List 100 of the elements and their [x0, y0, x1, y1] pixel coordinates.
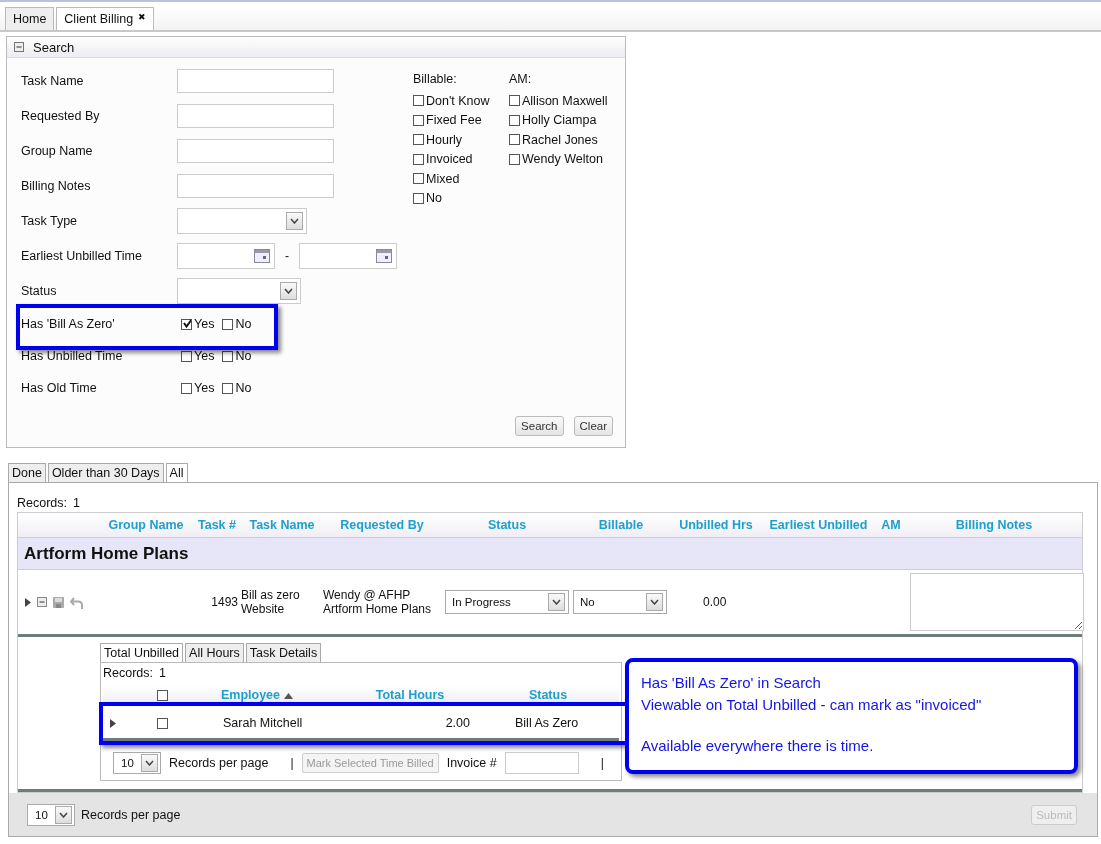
collapse-icon[interactable]: [14, 41, 25, 53]
checkbox[interactable]: [181, 318, 192, 330]
close-icon[interactable]: ✖: [138, 12, 147, 22]
expand-icon[interactable]: [110, 718, 116, 728]
checkbox[interactable]: [413, 134, 424, 146]
pager-label: Records per page: [169, 756, 269, 770]
detail-tab[interactable]: Task Details: [245, 643, 322, 662]
range-separator: -: [285, 248, 289, 263]
separator-text: |: [600, 756, 604, 770]
checkbox-label: Yes: [194, 381, 215, 395]
checkbox-label: Holly Ciampa: [522, 113, 597, 128]
field-label: Has Unbilled Time: [21, 349, 124, 363]
checkbox[interactable]: [222, 350, 234, 362]
calendar-icon[interactable]: [254, 248, 270, 263]
table-cell-text: 1493: [210, 595, 239, 609]
checkbox-label: Yes: [194, 317, 215, 331]
checkbox[interactable]: [222, 382, 234, 394]
checkbox-label: Hourly: [426, 132, 463, 147]
checkbox[interactable]: [222, 318, 234, 330]
group-title: Artform Home Plans: [24, 543, 189, 564]
billable-dropdown[interactable]: No: [573, 590, 667, 614]
page-tab[interactable]: Client Billing ✖: [56, 7, 155, 30]
checkbox-label: Rachel Jones: [522, 132, 598, 147]
page-size-dropdown[interactable]: 10: [113, 752, 161, 774]
table-cell-text: Wendy @ AFHP Artform Home Plans: [323, 588, 433, 616]
note-text: Has 'Bill As Zero' in Search: [641, 673, 822, 693]
checkbox[interactable]: [413, 95, 424, 107]
checkbox-label: No: [426, 191, 442, 206]
checkbox[interactable]: [157, 717, 168, 729]
checkbox-label: Yes: [194, 349, 215, 363]
pager-label: Invoice #: [446, 756, 497, 770]
checkbox[interactable]: [509, 153, 520, 165]
checkbox-label: Don't Know: [426, 93, 490, 108]
records-label: Records:: [17, 496, 68, 510]
checkbox[interactable]: [413, 153, 424, 165]
page-tab[interactable]: Home: [5, 7, 55, 30]
table-cell-text: Bill as zero Website: [241, 588, 301, 616]
separator-text: |: [290, 756, 294, 770]
checkbox[interactable]: [413, 192, 424, 204]
detail-tab[interactable]: Total Unbilled: [100, 643, 184, 662]
field-label: Billing Notes: [21, 178, 92, 193]
input-field[interactable]: [177, 103, 334, 128]
checkbox-label: No: [235, 317, 252, 331]
field-label: Status: [21, 283, 58, 298]
group-label: Billable:: [413, 72, 458, 86]
field-label: Earliest Unbilled Time: [21, 248, 143, 263]
chevron-icon: [59, 811, 68, 818]
chevron-icon: [552, 599, 561, 605]
expand-icon[interactable]: [25, 597, 31, 607]
group-label: AM:: [509, 72, 533, 86]
field-label: Has Old Time: [21, 381, 98, 395]
input-field[interactable]: [177, 68, 334, 93]
field-label: Task Type: [21, 213, 79, 228]
checkbox[interactable]: [181, 350, 192, 362]
checkbox[interactable]: [509, 134, 520, 146]
page-size-dropdown[interactable]: 10: [27, 803, 75, 826]
search-button[interactable]: Search: [515, 416, 564, 436]
detail-tab[interactable]: All Hours: [185, 643, 244, 662]
checkbox-label: Invoiced: [426, 152, 473, 167]
checkbox-label: No: [235, 381, 252, 395]
input-field[interactable]: [177, 138, 334, 163]
status-dropdown[interactable]: In Progress: [445, 590, 569, 614]
table-cell-text: 0.00: [702, 595, 728, 609]
field-label: Has 'Bill As Zero': [21, 317, 116, 331]
clear-button[interactable]: Clear: [573, 416, 613, 436]
checkbox-label: Mixed: [426, 171, 460, 186]
checkbox[interactable]: [509, 95, 520, 107]
field-label: Task Name: [21, 73, 85, 88]
chevron-icon: [284, 287, 293, 294]
panel-title: Search: [33, 39, 75, 55]
checkbox-label: Fixed Fee: [426, 113, 482, 128]
notes-field[interactable]: [910, 573, 1084, 631]
table-cell-text: 2.00: [444, 716, 470, 730]
checkbox[interactable]: [413, 114, 424, 126]
checkbox[interactable]: [413, 173, 424, 185]
chevron-icon: [650, 599, 659, 605]
filter-tab[interactable]: All: [165, 463, 188, 482]
field-label: Requested By: [21, 108, 101, 123]
checkbox[interactable]: [157, 689, 168, 701]
records-label: Records:: [103, 666, 154, 680]
filter-tab[interactable]: Done: [8, 463, 46, 482]
checkbox-label: Allison Maxwell: [522, 93, 608, 108]
checkbox-label: Wendy Welton: [522, 152, 603, 167]
checkbox[interactable]: [181, 382, 192, 394]
chevron-icon: [145, 760, 154, 766]
records-count: 1: [159, 666, 166, 680]
filter-tab[interactable]: Older than 30 Days: [47, 463, 164, 482]
checkbox-label: No: [235, 349, 252, 363]
field-label: Group Name: [21, 143, 94, 158]
date-field[interactable]: [299, 242, 397, 269]
pager-label: Records per page: [81, 807, 181, 822]
table-cell-text: Bill As Zero: [514, 716, 580, 730]
save-icon[interactable]: [53, 596, 64, 608]
checkbox[interactable]: [509, 114, 520, 126]
invoice-field[interactable]: [504, 752, 579, 774]
date-field[interactable]: [177, 242, 275, 269]
input-field[interactable]: [177, 173, 334, 198]
note-text: Viewable on Total Unbilled - can mark as "invoiced": [641, 695, 983, 715]
collapse-icon[interactable]: [37, 597, 47, 607]
calendar-icon[interactable]: [376, 248, 392, 263]
